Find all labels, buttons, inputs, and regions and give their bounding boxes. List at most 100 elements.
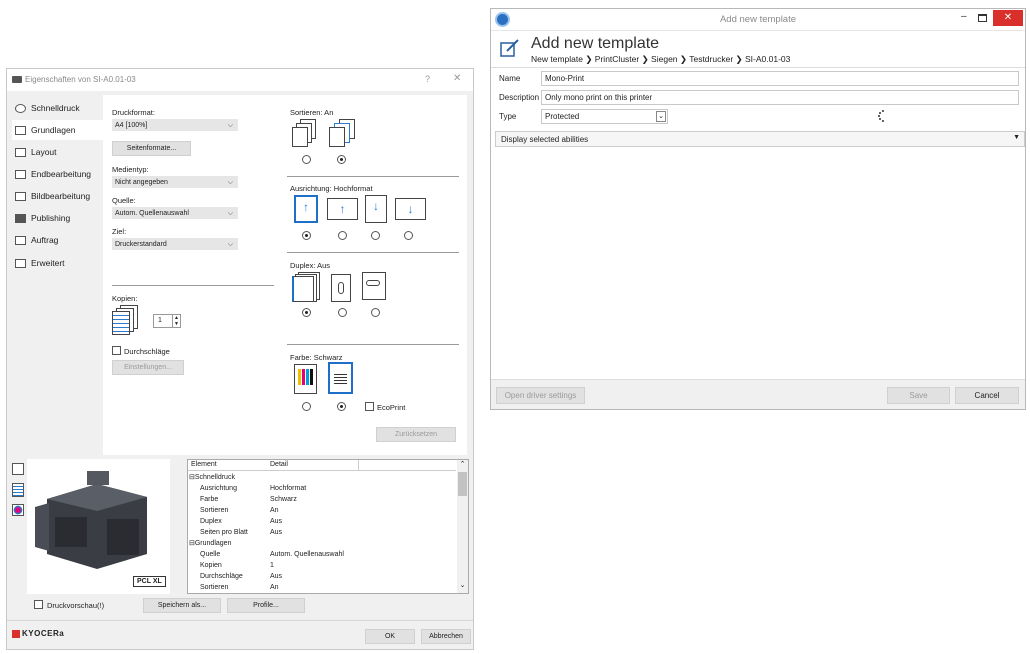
scroll-thumb[interactable]	[458, 472, 467, 496]
detail-element-cell: Farbe	[200, 496, 219, 503]
portrait-radio[interactable]	[302, 231, 311, 240]
sidebar-item-publishing[interactable]: Publishing	[12, 208, 104, 228]
detail-element-cell: ⊟Schnelldruck	[189, 474, 235, 481]
sidebar-item-layout[interactable]: Layout	[12, 142, 104, 162]
detail-value-cell: Aus	[270, 573, 283, 580]
footer-divider	[7, 620, 473, 621]
printer-view-icon[interactable]	[12, 463, 24, 475]
scroll-up-icon[interactable]: ⌃	[458, 460, 467, 470]
minimize-icon[interactable]: –	[961, 11, 967, 22]
profile-button[interactable]: Profile...	[227, 598, 305, 613]
open-driver-settings-button[interactable]: Open driver settings	[496, 387, 585, 404]
help-icon[interactable]: ?	[425, 74, 430, 84]
ausrichtung-label: Ausrichtung: Hochformat	[290, 184, 373, 193]
portrait-rotated-radio[interactable]	[371, 231, 380, 240]
table-row[interactable]: Kopien 1	[188, 560, 456, 571]
landscape-rotated-radio[interactable]	[404, 231, 413, 240]
table-row[interactable]: Seiten pro Blatt Aus	[188, 527, 456, 538]
portrait-option-icon[interactable]: ↑	[294, 195, 318, 223]
table-row[interactable]: Sortieren An	[188, 582, 456, 593]
detail-value-cell: An	[270, 507, 279, 514]
table-row[interactable]: Duplex Aus	[188, 516, 456, 527]
detail-element-cell: Durchschläge	[200, 573, 243, 580]
type-select[interactable]: Protected ⌄	[541, 109, 668, 124]
speichern-als-button[interactable]: Speichern als...	[143, 598, 221, 613]
sidebar-item-bildbearbeitung[interactable]: Bildbearbeitung	[12, 186, 104, 206]
abbrechen-button[interactable]: Abbrechen	[421, 629, 471, 644]
zuruecksetzen-button[interactable]: Zurücksetzen	[376, 427, 456, 442]
kopien-stepper[interactable]: 1 ▲ ▼	[153, 314, 181, 328]
table-row[interactable]: Quelle Autom. Quellenauswahl	[188, 549, 456, 560]
chevron-down-icon: ⌵	[227, 122, 233, 129]
table-row[interactable]: Sortieren An	[188, 505, 456, 516]
expand-arrow-icon[interactable]: ▼	[1013, 134, 1020, 141]
detail-table-header: Element Detail	[188, 460, 456, 471]
name-field[interactable]: Mono-Print	[541, 71, 1019, 86]
medientyp-select[interactable]: Nicht angegeben ⌵	[112, 176, 238, 188]
mono-mode-icon[interactable]	[328, 362, 353, 394]
color-mode-icon[interactable]	[294, 364, 317, 394]
duplex-long-radio[interactable]	[338, 308, 347, 317]
printer-icon	[12, 76, 22, 83]
sort-on-radio[interactable]	[337, 155, 346, 164]
landscape-option-icon[interactable]: ↑	[327, 198, 358, 220]
sidebar-item-label: Schnelldruck	[31, 103, 80, 113]
table-row[interactable]: ⊟Grundlagen	[188, 538, 456, 549]
duplex-short-radio[interactable]	[371, 308, 380, 317]
detail-element-cell: Seiten pro Blatt	[200, 529, 248, 536]
ziel-select[interactable]: Druckerstandard ⌵	[112, 238, 238, 250]
sidebar-item-endbearbeitung[interactable]: Endbearbeitung	[12, 164, 104, 184]
landscape-radio[interactable]	[338, 231, 347, 240]
table-row[interactable]: ⊟Schnelldruck	[188, 472, 456, 483]
portrait-rotated-option-icon[interactable]: ↓	[365, 195, 387, 223]
quelle-select[interactable]: Autom. Quellenauswahl ⌵	[112, 207, 238, 219]
close-icon[interactable]: ✕	[993, 10, 1023, 26]
abilities-expander[interactable]: Display selected abilities ▼	[495, 131, 1025, 147]
detail-value-cell: Hochformat	[270, 485, 307, 492]
column-header-element: Element	[191, 461, 217, 468]
sidebar-item-erweitert[interactable]: Erweitert	[12, 253, 104, 273]
kyocera-brand: KYOCERa	[22, 629, 65, 638]
close-icon[interactable]: ✕	[453, 73, 461, 84]
stepper-down-icon[interactable]: ▼	[172, 321, 180, 327]
properties-titlebar: Eigenschaften von SI-A0.01-03 ? ✕	[7, 69, 473, 91]
sidebar-item-label: Grundlagen	[31, 125, 76, 135]
durchschlaege-checkbox[interactable]	[112, 346, 121, 355]
sidebar-item-grundlagen[interactable]: Grundlagen	[12, 120, 104, 140]
color-radio[interactable]	[302, 402, 311, 411]
landscape-rotated-option-icon[interactable]: ↓	[395, 198, 426, 220]
maximize-icon[interactable]	[978, 14, 987, 22]
mono-radio[interactable]	[337, 402, 346, 411]
ok-button[interactable]: OK	[365, 629, 415, 644]
medientyp-label: Medientyp:	[112, 165, 149, 174]
sidebar-item-auftrag[interactable]: Auftrag	[12, 230, 104, 250]
scroll-down-icon[interactable]: ⌄	[458, 581, 467, 591]
save-button[interactable]: Save	[887, 387, 950, 404]
duplex-off-radio[interactable]	[302, 308, 311, 317]
left-column-divider	[112, 285, 274, 286]
duplex-long-edge-icon	[331, 272, 355, 302]
einstellungen-button[interactable]: Einstellungen...	[112, 360, 184, 375]
table-row[interactable]: Durchschläge Aus	[188, 571, 456, 582]
sidebar-item-schnelldruck[interactable]: Schnelldruck	[12, 98, 104, 118]
page-view-icon[interactable]	[12, 483, 24, 497]
orientation-divider	[287, 252, 459, 253]
sort-off-radio[interactable]	[302, 155, 311, 164]
druckvorschau-checkbox[interactable]	[34, 600, 43, 609]
ecoprint-checkbox[interactable]	[365, 402, 374, 411]
table-row[interactable]: Ausrichtung Hochformat	[188, 483, 456, 494]
cancel-button[interactable]: Cancel	[955, 387, 1019, 404]
detail-scrollbar[interactable]: ⌃ ⌄	[457, 460, 468, 593]
chevron-down-icon[interactable]: ⌄	[656, 111, 666, 122]
seitenformate-button[interactable]: Seitenformate...	[112, 141, 191, 156]
quelle-value: Autom. Quellenauswahl	[115, 210, 189, 217]
detail-element-cell: Duplex	[200, 518, 222, 525]
druckformat-select[interactable]: A4 [100%] ⌵	[112, 119, 238, 131]
settings-detail-table[interactable]: Element Detail ⊟Schnelldruck Ausrichtung H…	[187, 459, 469, 594]
durchschlaege-label: Durchschläge	[124, 347, 170, 356]
color-view-icon[interactable]	[12, 504, 24, 516]
quickprint-icon	[15, 103, 26, 113]
publishing-icon	[15, 213, 26, 223]
table-row[interactable]: Farbe Schwarz	[188, 494, 456, 505]
description-field[interactable]: Only mono print on this printer	[541, 90, 1019, 105]
